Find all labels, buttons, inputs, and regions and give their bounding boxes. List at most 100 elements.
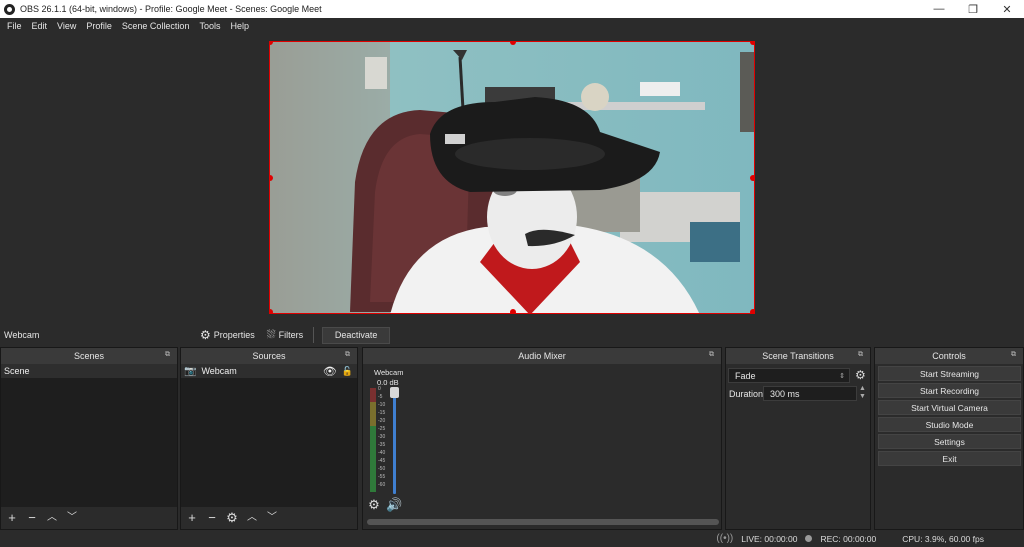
volume-slider-handle[interactable] — [390, 387, 399, 398]
scale-tick: -5 — [378, 394, 383, 400]
scale-tick: -10 — [378, 402, 386, 408]
scale-tick: -30 — [378, 434, 386, 440]
add-icon[interactable]: + — [185, 511, 199, 525]
scale-tick: -40 — [378, 450, 386, 456]
horizontal-scrollbar[interactable] — [367, 519, 719, 525]
menu-view[interactable]: View — [52, 21, 81, 31]
menu-bar: File Edit View Profile Scene Collection … — [0, 18, 1024, 34]
scene-name: Scene — [4, 366, 30, 376]
duration-label: Duration — [729, 389, 764, 399]
undock-icon[interactable]: ⧉ — [1011, 351, 1019, 359]
restore-button[interactable]: ❐ — [956, 3, 990, 16]
gear-icon[interactable]: ⚙ — [225, 511, 239, 525]
transition-select[interactable]: Fade ⇕ — [728, 368, 850, 383]
move-up-icon[interactable]: ︿ — [245, 511, 259, 525]
obs-logo-icon — [4, 3, 15, 15]
record-indicator-icon — [805, 535, 813, 542]
undock-icon[interactable]: ⧉ — [858, 351, 866, 359]
preview-canvas[interactable] — [269, 41, 755, 314]
scenes-footer: + − ︿ ﹀ — [1, 507, 177, 529]
resize-handle-bottom[interactable] — [510, 309, 516, 313]
resize-handle-right[interactable] — [750, 175, 754, 181]
list-item-source[interactable]: 📷 Webcam 👁 🔓 — [181, 364, 357, 378]
source-name: Webcam — [201, 366, 237, 376]
mixer-body: Webcam 0.0 dB 0 -5 -10 -15 -20 -25 -30 -… — [363, 364, 721, 529]
controls-dock-title: Controls ⧉ — [875, 348, 1023, 364]
scale-tick: -50 — [378, 466, 386, 472]
scenes-list[interactable]: Scene — [1, 364, 177, 507]
remove-icon[interactable]: − — [205, 511, 219, 525]
scenes-title: Scenes — [73, 351, 105, 361]
start-recording-button[interactable]: Start Recording — [878, 383, 1021, 398]
add-icon[interactable]: + — [5, 511, 19, 525]
menu-tools[interactable]: Tools — [194, 21, 225, 31]
remove-icon[interactable]: − — [25, 511, 39, 525]
scene-transitions-dock-title: Scene Transitions ⧉ — [726, 348, 870, 364]
filters-button[interactable]: ⛆ Filters — [261, 326, 309, 344]
spinner-icon[interactable]: ▲ ▼ — [859, 385, 866, 401]
scenes-dock: Scenes ⧉ Scene + − ︿ ﹀ — [0, 347, 178, 530]
eye-icon[interactable]: 👁 — [323, 365, 337, 378]
menu-edit[interactable]: Edit — [27, 21, 53, 31]
menu-scene-collection[interactable]: Scene Collection — [117, 21, 195, 31]
start-streaming-button[interactable]: Start Streaming — [878, 366, 1021, 381]
controls-dock: Controls ⧉ Start Streaming Start Recordi… — [874, 347, 1024, 530]
start-virtual-camera-button[interactable]: Start Virtual Camera — [878, 400, 1021, 415]
rec-timer: REC: 00:00:00 — [820, 533, 877, 544]
toolbar-divider — [313, 327, 315, 343]
scene-transitions-dock: Scene Transitions ⧉ Fade ⇕ ⚙ Duration 30… — [725, 347, 871, 530]
gear-icon[interactable]: ⚙ — [855, 368, 866, 382]
move-up-icon[interactable]: ︿ — [45, 511, 59, 525]
controls-title: Controls — [932, 351, 966, 361]
resize-handle-top-right[interactable] — [750, 42, 754, 45]
sources-title: Sources — [252, 351, 286, 361]
list-item-scene[interactable]: Scene — [1, 364, 177, 378]
volume-meter — [370, 388, 376, 492]
filters-label: Filters — [278, 330, 304, 340]
scene-transitions-title: Scene Transitions — [762, 351, 834, 361]
exit-button[interactable]: Exit — [878, 451, 1021, 466]
scale-tick: -55 — [378, 474, 386, 480]
meter-red-zone — [370, 388, 376, 402]
live-timer: LIVE: 00:00:00 — [741, 533, 798, 544]
undock-icon[interactable]: ⧉ — [345, 351, 353, 359]
channel-name: Webcam — [374, 368, 404, 377]
deactivate-button[interactable]: Deactivate — [322, 326, 391, 344]
resize-handle-bottom-right[interactable] — [750, 309, 754, 313]
lock-icon[interactable]: 🔓 — [342, 366, 353, 377]
status-bar: ((•)) LIVE: 00:00:00 REC: 00:00:00 CPU: … — [0, 530, 1024, 547]
audio-mixer-title: Audio Mixer — [518, 351, 566, 361]
undock-icon[interactable]: ⧉ — [709, 351, 717, 359]
menu-profile[interactable]: Profile — [81, 21, 117, 31]
resize-handle-bottom-left[interactable] — [270, 309, 273, 313]
camera-icon: 📷 — [184, 365, 197, 377]
undock-icon[interactable]: ⧉ — [165, 351, 173, 359]
volume-slider-track[interactable] — [393, 390, 396, 494]
title-bar: OBS 26.1.1 (64-bit, windows) - Profile: … — [0, 0, 1024, 18]
broadcast-icon: ((•)) — [716, 533, 734, 544]
properties-label: Properties — [213, 330, 255, 340]
duration-input[interactable]: 300 ms — [763, 386, 857, 401]
properties-button[interactable]: ⚙ Properties — [194, 326, 261, 344]
transition-selected: Fade — [735, 370, 756, 381]
scale-tick: 0 — [378, 386, 381, 392]
sources-footer: + − ⚙ ︿ ﹀ — [181, 507, 357, 529]
scale-tick: -15 — [378, 410, 386, 416]
speaker-icon[interactable]: 🔊 — [386, 498, 402, 512]
sources-list[interactable]: 📷 Webcam 👁 🔓 — [181, 364, 357, 507]
sources-dock: Sources ⧉ 📷 Webcam 👁 🔓 + − ⚙ ︿ ﹀ — [180, 347, 358, 530]
studio-mode-button[interactable]: Studio Mode — [878, 417, 1021, 432]
filter-icon: ⛆ — [266, 328, 276, 341]
menu-file[interactable]: File — [2, 21, 27, 31]
move-down-icon[interactable]: ﹀ — [65, 511, 79, 525]
close-button[interactable]: ✕ — [990, 3, 1024, 16]
menu-help[interactable]: Help — [225, 21, 254, 31]
audio-mixer-dock-title: Audio Mixer ⧉ — [363, 348, 721, 364]
settings-button[interactable]: Settings — [878, 434, 1021, 449]
move-down-icon[interactable]: ﹀ — [265, 511, 279, 525]
minimize-button[interactable]: — — [922, 3, 956, 16]
gear-icon[interactable]: ⚙ — [367, 498, 381, 512]
scale-tick: -60 — [378, 482, 386, 488]
duration-value: 300 ms — [770, 388, 800, 399]
gear-icon: ⚙ — [200, 328, 211, 342]
